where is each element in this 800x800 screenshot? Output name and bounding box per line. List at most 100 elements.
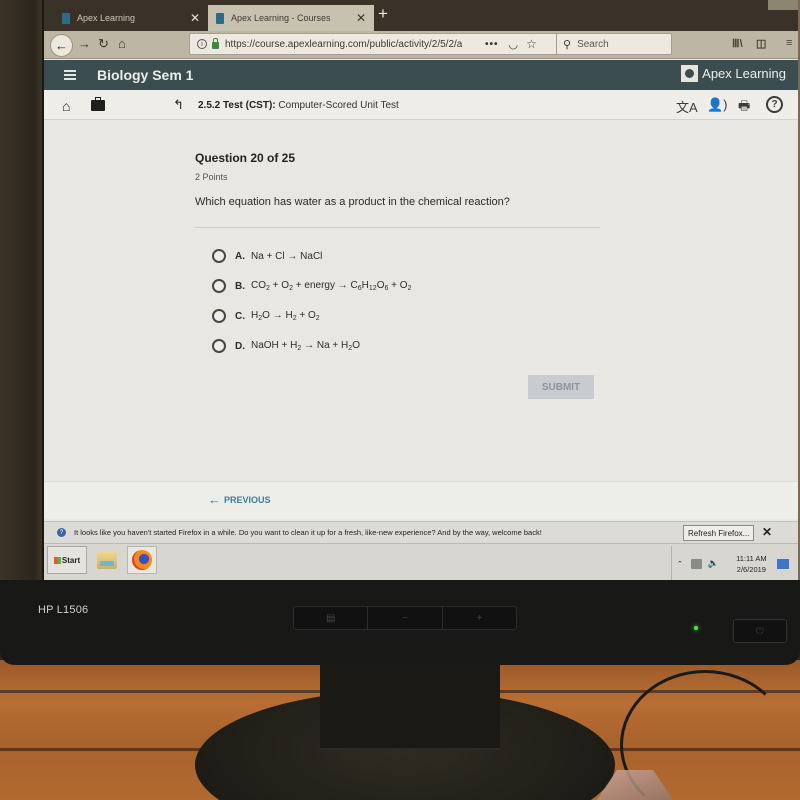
previous-label: PREVIOUS (224, 494, 271, 505)
option-equation: H2O → H2 + O2 (251, 310, 320, 322)
bookmark-star-icon[interactable]: ☆ (526, 37, 537, 51)
url-bar[interactable]: i https://course.apexlearning.com/public… (189, 33, 597, 55)
brand-logo: Apex Learning (681, 65, 786, 82)
search-placeholder: Search (577, 38, 609, 50)
show-desktop-icon[interactable] (776, 558, 789, 569)
question-panel: Question 20 of 25 2 Points Which equatio… (44, 121, 798, 521)
screen: Apex Learning ✕ Apex Learning - Courses … (44, 0, 798, 580)
radio-button[interactable] (212, 309, 226, 323)
tab-label: Apex Learning (77, 13, 136, 23)
start-label: Start (61, 555, 81, 565)
monitor-model-label: HP L1506 (38, 604, 89, 616)
taskbar-file-explorer[interactable] (92, 546, 122, 574)
option-letter: C. (235, 310, 245, 322)
window-controls[interactable] (768, 0, 798, 10)
apex-logo-icon (681, 65, 699, 82)
folder-icon (97, 551, 117, 569)
osd-plus-button[interactable]: + (443, 607, 516, 629)
submit-button[interactable]: SUBMIT (528, 375, 594, 399)
option-letter: A. (235, 250, 245, 262)
power-led (694, 626, 698, 630)
left-arrow-icon: ← (208, 492, 221, 507)
osd-minus-button[interactable]: − (368, 607, 443, 629)
activity-type: Test (CST): (223, 100, 276, 111)
question-number: Question 20 of 25 (195, 151, 296, 165)
firefox-notification-bar: ? It looks like you haven't started Fire… (44, 521, 798, 543)
question-text: Which equation has water as a product in… (195, 196, 510, 208)
close-icon[interactable]: ✕ (762, 525, 772, 539)
bezel-edge (0, 0, 42, 580)
home-icon[interactable]: ⌂ (62, 98, 70, 114)
lock-icon (212, 37, 219, 49)
print-icon[interactable]: 🖶 (738, 97, 750, 119)
system-tray: ⌃ 🔈 11:11 AM 2/6/2019 (671, 546, 798, 580)
option-equation: CO2 + O2 + energy → C6H12O6 + O2 (251, 280, 412, 292)
activity-name: Computer-Scored Unit Test (278, 100, 399, 111)
option-equation: NaOH + H2 → Na + H2O (251, 340, 360, 352)
app-header: Biology Sem 1 Apex Learning (44, 60, 798, 90)
power-button[interactable]: ⏻ (733, 619, 787, 643)
answer-option-c[interactable]: C. H2O → H2 + O2 (212, 309, 320, 323)
tab-apex-learning[interactable]: Apex Learning ✕ (54, 5, 208, 31)
clock-date: 2/6/2019 (736, 564, 766, 574)
forward-arrow-icon[interactable]: → (78, 36, 91, 51)
clock-time: 11:11 AM (736, 553, 767, 563)
start-button[interactable]: Start (47, 546, 87, 574)
radio-button[interactable] (212, 339, 226, 353)
previous-button[interactable]: ← PREVIOUS (208, 492, 271, 507)
option-equation: Na + Cl → NaCl (251, 250, 323, 262)
network-icon[interactable] (690, 558, 702, 569)
info-icon: ? (57, 528, 66, 537)
back-arrow-icon[interactable]: ← (50, 34, 73, 57)
radio-button[interactable] (212, 249, 226, 263)
tab-close-icon[interactable]: ✕ (190, 11, 200, 25)
navigation-footer: ← PREVIOUS (44, 481, 798, 519)
osd-menu-button[interactable]: ▤ (294, 607, 369, 629)
option-letter: D. (235, 340, 245, 352)
tab-apex-courses[interactable]: Apex Learning - Courses ✕ (208, 5, 374, 31)
tab-strip: Apex Learning ✕ Apex Learning - Courses … (44, 0, 798, 31)
answer-option-a[interactable]: A. Na + Cl → NaCl (212, 249, 322, 263)
answer-option-b[interactable]: B. CO2 + O2 + energy → C6H12O6 + O2 (212, 279, 411, 293)
reload-icon[interactable]: ↻ (98, 36, 109, 52)
divider (195, 227, 600, 228)
radio-button[interactable] (212, 279, 226, 293)
text-to-speech-icon[interactable]: 👤) (707, 97, 728, 113)
translate-icon[interactable]: 文A (676, 97, 698, 116)
tab-close-icon[interactable]: ✕ (356, 11, 366, 25)
volume-icon[interactable]: 🔈 (708, 558, 719, 569)
show-hidden-icons-icon[interactable]: ⌃ (677, 560, 683, 568)
question-points: 2 Points (195, 172, 228, 182)
sidebar-icon[interactable]: ◫ (756, 37, 766, 50)
search-input[interactable]: ⚲ Search (556, 33, 672, 55)
url-text[interactable]: https://course.apexlearning.com/public/a… (225, 39, 465, 50)
hamburger-menu-icon[interactable]: ≡ (786, 37, 792, 49)
taskbar-firefox[interactable] (127, 546, 157, 574)
apex-favicon-icon (216, 12, 224, 24)
clock[interactable]: 11:11 AM 2/6/2019 (736, 553, 767, 575)
refresh-firefox-button[interactable]: Refresh Firefox... (683, 525, 755, 541)
apex-favicon-icon (62, 12, 70, 24)
info-icon[interactable]: i (197, 39, 207, 49)
library-icon[interactable]: Ⅲ\ (732, 37, 743, 50)
brand-name: Apex Learning (702, 66, 786, 81)
help-icon[interactable]: ? (766, 96, 783, 113)
course-menu-icon[interactable] (64, 70, 76, 80)
tab-label: Apex Learning - Courses (231, 13, 331, 23)
pocket-icon[interactable]: ◡ (509, 38, 519, 51)
page-actions-icon[interactable]: ••• (485, 39, 499, 50)
firefox-icon (132, 550, 152, 570)
home-icon[interactable]: ⌂ (118, 36, 126, 51)
osd-buttons: ▤ − + (293, 606, 517, 630)
option-letter: B. (235, 280, 245, 292)
search-icon: ⚲ (563, 38, 572, 51)
briefcase-icon[interactable] (91, 97, 105, 111)
notification-text: It looks like you haven't started Firefo… (74, 528, 542, 537)
new-tab-icon[interactable]: + (378, 4, 388, 24)
up-arrow-icon[interactable]: ↰ (173, 97, 184, 113)
windows-logo-icon (53, 556, 61, 564)
taskbar: Start ⌃ 🔈 11:11 AM 2/6/2019 (44, 543, 798, 580)
activity-toolbar: ⌂ ↰ 2.5.2 Test (CST): Computer-Scored Un… (44, 90, 798, 120)
answer-option-d[interactable]: D. NaOH + H2 → Na + H2O (212, 339, 360, 353)
monitor-stand-neck (320, 650, 500, 750)
